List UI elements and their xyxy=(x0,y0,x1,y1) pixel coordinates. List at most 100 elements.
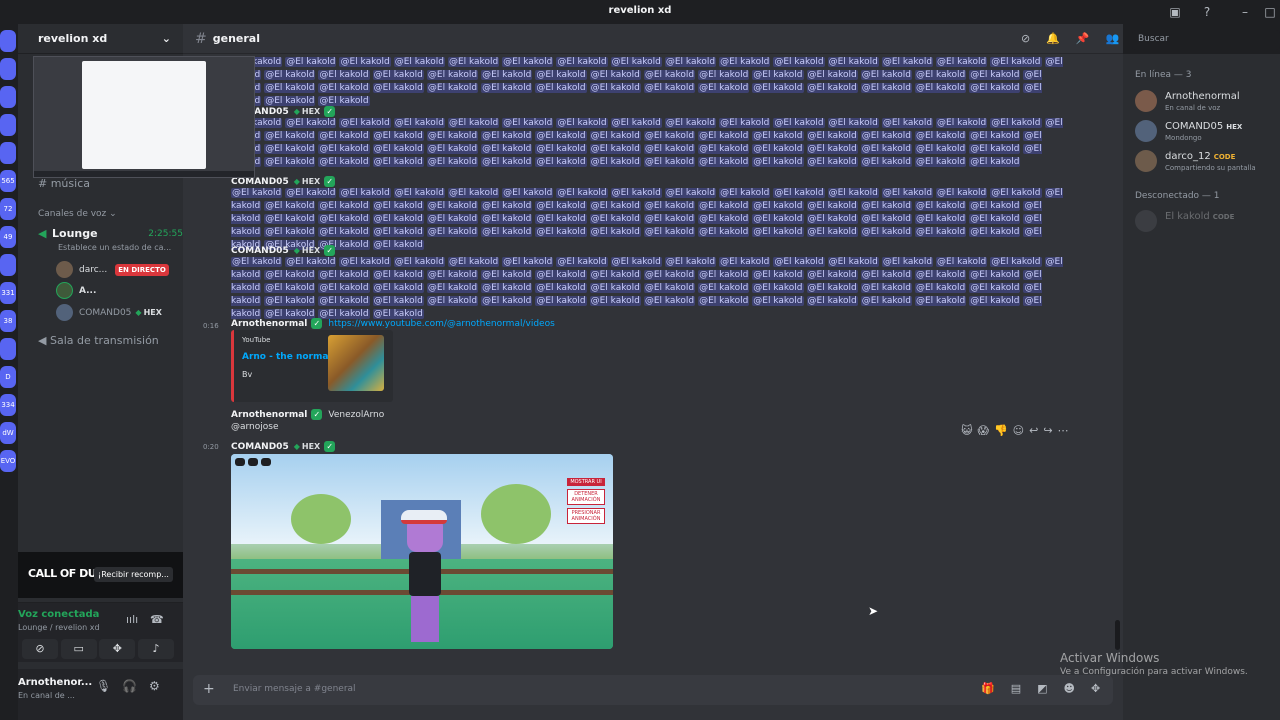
user-mention[interactable]: @El kakold xyxy=(719,118,771,128)
user-mention[interactable]: @El kakold xyxy=(881,57,934,67)
user-mention[interactable]: @El kakold xyxy=(372,214,424,224)
user-mention[interactable]: @El kakold xyxy=(318,83,370,93)
user-mention[interactable]: @El kakold xyxy=(860,270,912,280)
gear-icon[interactable]: ⚙ xyxy=(149,679,160,693)
user-mention[interactable]: @El kakold xyxy=(752,144,804,154)
user-mention[interactable]: @El kakold xyxy=(806,283,858,293)
user-mention[interactable]: @El kakold xyxy=(426,227,479,237)
user-mention[interactable]: @El kakold xyxy=(643,70,696,80)
user-mention[interactable]: @El kakold xyxy=(664,188,717,198)
user-mention[interactable]: @El kakold xyxy=(969,131,1021,141)
user-mention[interactable]: @El kakold xyxy=(426,131,479,141)
user-mention[interactable]: @El kakold xyxy=(264,83,316,93)
user-mention[interactable]: @El kakold xyxy=(535,83,587,93)
user-mention[interactable]: @El kakold xyxy=(231,188,283,198)
user-mention[interactable]: @El kakold xyxy=(698,201,750,211)
user-mention[interactable]: @El kakold xyxy=(535,157,587,167)
user-mention[interactable]: @El kakold xyxy=(990,118,1042,128)
camera-button[interactable]: ⊘ xyxy=(22,639,58,659)
maximize-icon[interactable]: □ xyxy=(1262,4,1278,20)
user-mention[interactable]: @El kakold xyxy=(393,57,445,67)
server-icon[interactable] xyxy=(0,254,16,276)
threads-icon[interactable]: ⊘ xyxy=(1021,32,1030,45)
user-mention[interactable]: @El kakold xyxy=(285,118,337,128)
server-icon[interactable] xyxy=(0,58,16,80)
user-mention[interactable]: @El kakold xyxy=(827,118,879,128)
user-mention[interactable]: @El kakold xyxy=(752,83,804,93)
user-mention[interactable]: @El kakold xyxy=(806,83,858,93)
voice-channel-lounge[interactable]: ◀ Lounge 2:25:55 xyxy=(38,227,183,240)
user-mention[interactable]: @El kakold xyxy=(936,57,988,67)
user-mention[interactable]: @El kakold xyxy=(372,227,424,237)
user-mention[interactable]: @El kakold xyxy=(860,70,912,80)
user-mention[interactable]: @El kakold xyxy=(481,296,533,306)
user-mention[interactable]: @El kakold xyxy=(535,270,587,280)
user-mention[interactable]: @El kakold xyxy=(589,283,641,293)
user-mention[interactable]: @El kakold xyxy=(393,118,445,128)
soundboard-button[interactable]: ♪ xyxy=(137,639,174,659)
user-mention[interactable]: @El kakold xyxy=(285,57,337,67)
user-mention[interactable]: @El kakold xyxy=(969,201,1021,211)
server-icon[interactable]: 38 xyxy=(0,310,16,332)
user-mention[interactable]: @El kakold xyxy=(698,283,750,293)
user-mention[interactable]: @El kakold xyxy=(610,118,662,128)
claim-button[interactable]: ¡Recibir recomp... xyxy=(94,567,173,582)
user-mention[interactable]: @El kakold xyxy=(285,257,337,267)
user-mention[interactable]: @El kakold xyxy=(860,83,912,93)
inbox-icon[interactable]: ▣ xyxy=(1167,4,1183,20)
user-mention[interactable]: @El kakold xyxy=(481,83,533,93)
user-mention[interactable]: @El kakold xyxy=(773,188,825,198)
mic-icon[interactable]: 🎙 xyxy=(96,679,111,693)
guild-header[interactable]: revelion xd ⌄ xyxy=(18,24,183,54)
user-mention[interactable]: @El kakold xyxy=(860,157,912,167)
user-mention[interactable]: @El kakold xyxy=(664,118,717,128)
user-mention[interactable]: @El kakold xyxy=(393,257,445,267)
server-icon[interactable] xyxy=(0,114,16,136)
server-icon[interactable] xyxy=(0,30,16,52)
user-mention[interactable]: @El kakold xyxy=(806,144,858,154)
user-mention[interactable]: @El kakold xyxy=(969,157,1021,167)
user-mention[interactable]: @El kakold xyxy=(915,131,967,141)
user-mention[interactable]: @El kakold xyxy=(806,201,858,211)
user-mention[interactable]: @El kakold xyxy=(535,214,587,224)
user-mention[interactable]: @El kakold xyxy=(806,214,858,224)
user-mention[interactable]: @El kakold xyxy=(698,83,750,93)
plus-icon[interactable]: + xyxy=(203,681,215,697)
user-mention[interactable]: @El kakold xyxy=(426,144,479,154)
user-mention[interactable]: @El kakold xyxy=(502,118,554,128)
video-attachment[interactable]: MOSTRAR UI DETENER ANIMACIÓN PRESIONAR A… xyxy=(231,454,613,649)
user-mention[interactable]: @El kakold xyxy=(481,270,533,280)
user-mention[interactable]: @El kakold xyxy=(915,83,967,93)
user-mention[interactable]: @El kakold xyxy=(339,188,391,198)
user-mention[interactable]: @El kakold xyxy=(752,283,804,293)
user-mention[interactable]: @El kakold xyxy=(719,257,771,267)
user-mention[interactable]: @El kakold xyxy=(643,201,696,211)
user-mention[interactable]: @El kakold xyxy=(556,188,608,198)
user-mention[interactable]: @El kakold xyxy=(969,70,1021,80)
user-mention[interactable]: @El kakold xyxy=(481,157,533,167)
screen-share-preview[interactable] xyxy=(33,56,255,178)
user-mention[interactable]: @El kakold xyxy=(447,257,500,267)
user-mention[interactable]: @El kakold xyxy=(502,257,554,267)
user-mention[interactable]: @El kakold xyxy=(589,83,641,93)
screen-share-button[interactable]: ▭ xyxy=(60,639,97,659)
server-icon[interactable]: D xyxy=(0,366,16,388)
forward-icon[interactable]: ↪ xyxy=(1043,424,1052,437)
message-composer[interactable]: + Enviar mensaje a #general 🎁 ▤ ◩ ☻ ✥ xyxy=(193,675,1113,705)
server-icon[interactable]: dW xyxy=(0,422,16,444)
user-mention[interactable]: @El kakold xyxy=(264,144,316,154)
more-icon[interactable]: ⋯ xyxy=(1058,424,1069,437)
user-mention[interactable]: @El kakold xyxy=(318,283,370,293)
pin-icon[interactable]: 📌 xyxy=(1076,32,1090,45)
user-mention[interactable]: @El kakold xyxy=(318,131,370,141)
user-mention[interactable]: @El kakold xyxy=(698,144,750,154)
lounge-status[interactable]: Establece un estado de ca... xyxy=(58,243,173,252)
user-mention[interactable]: @El kakold xyxy=(860,201,912,211)
user-mention[interactable]: @El kakold xyxy=(806,70,858,80)
user-mention[interactable]: @El kakold xyxy=(806,296,858,306)
user-mention[interactable]: @El kakold xyxy=(264,296,316,306)
user-mention[interactable]: @El kakold xyxy=(773,257,825,267)
user-mention[interactable]: @El kakold xyxy=(752,270,804,280)
sticker-icon[interactable]: ◩ xyxy=(1037,682,1047,695)
user-mention[interactable]: @El kakold xyxy=(752,227,804,237)
